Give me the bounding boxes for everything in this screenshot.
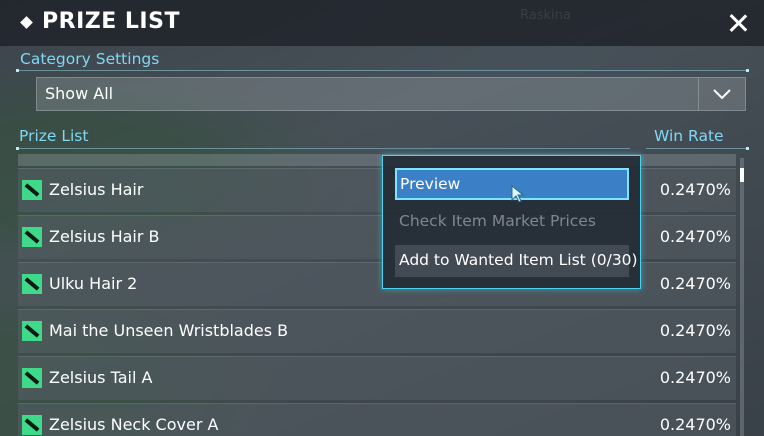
category-dropdown-value: Show All — [45, 84, 114, 103]
close-icon[interactable] — [726, 11, 750, 35]
category-dropdown[interactable]: Show All — [36, 77, 746, 111]
menu-item-label: Check Item Market Prices — [399, 212, 596, 230]
win-rate-header[interactable]: Win Rate — [654, 127, 724, 145]
background-watermark: Raskina — [520, 8, 571, 23]
prize-list-window: PRIZE LIST Raskina Category Settings Sho… — [0, 0, 764, 436]
list-item[interactable]: Zelsius Neck Cover A 0.2470% — [18, 403, 736, 436]
menu-item-label: Preview — [400, 175, 461, 193]
menu-item-label: Add to Wanted Item List (0/30) — [399, 251, 638, 269]
wrapping-item-icon — [22, 321, 42, 341]
wrapping-item-icon — [22, 274, 42, 294]
divider-dot — [16, 147, 19, 150]
item-win-rate: 0.2470% — [659, 180, 731, 199]
list-header-divider — [18, 148, 630, 149]
divider-dot — [746, 69, 749, 72]
divider-dot — [16, 69, 19, 72]
dropdown-toggle[interactable] — [698, 78, 745, 110]
wrapping-item-icon — [22, 227, 42, 247]
divider-dot — [746, 147, 749, 150]
item-name: Zelsius Hair B — [49, 227, 160, 246]
list-item[interactable]: Mai the Unseen Wristblades B 0.2470% — [18, 309, 736, 353]
item-context-menu: Preview Check Item Market Prices Add to … — [382, 155, 641, 289]
menu-item-add-to-wanted[interactable]: Add to Wanted Item List (0/30) — [395, 245, 638, 277]
wrapping-item-icon — [22, 180, 42, 200]
list-item[interactable]: Zelsius Tail A 0.2470% — [18, 356, 736, 400]
item-win-rate: 0.2470% — [659, 415, 731, 434]
item-name: Mai the Unseen Wristblades B — [49, 321, 289, 340]
item-name: Zelsius Tail A — [49, 368, 153, 387]
item-win-rate: 0.2470% — [659, 227, 731, 246]
item-name: Zelsius Hair — [49, 180, 144, 199]
mouse-cursor-icon — [511, 185, 525, 203]
category-settings-label: Category Settings — [20, 50, 160, 68]
rate-header-divider — [646, 148, 749, 149]
chevron-down-icon — [713, 89, 731, 100]
wrapping-item-icon — [22, 415, 42, 435]
category-divider — [18, 70, 749, 71]
diamond-icon — [20, 16, 33, 29]
menu-item-check-market-prices: Check Item Market Prices — [395, 206, 629, 238]
list-scrollbar[interactable] — [740, 158, 744, 436]
item-win-rate: 0.2470% — [659, 274, 731, 293]
item-win-rate: 0.2470% — [659, 368, 731, 387]
title-bar: PRIZE LIST Raskina — [0, 0, 764, 46]
window-title: PRIZE LIST — [42, 9, 180, 34]
item-name: Zelsius Neck Cover A — [49, 415, 219, 434]
item-win-rate: 0.2470% — [659, 321, 731, 340]
scroll-thumb[interactable] — [740, 168, 744, 182]
item-name: Ulku Hair 2 — [49, 274, 138, 293]
wrapping-item-icon — [22, 368, 42, 388]
prize-list-header: Prize List — [19, 127, 89, 145]
